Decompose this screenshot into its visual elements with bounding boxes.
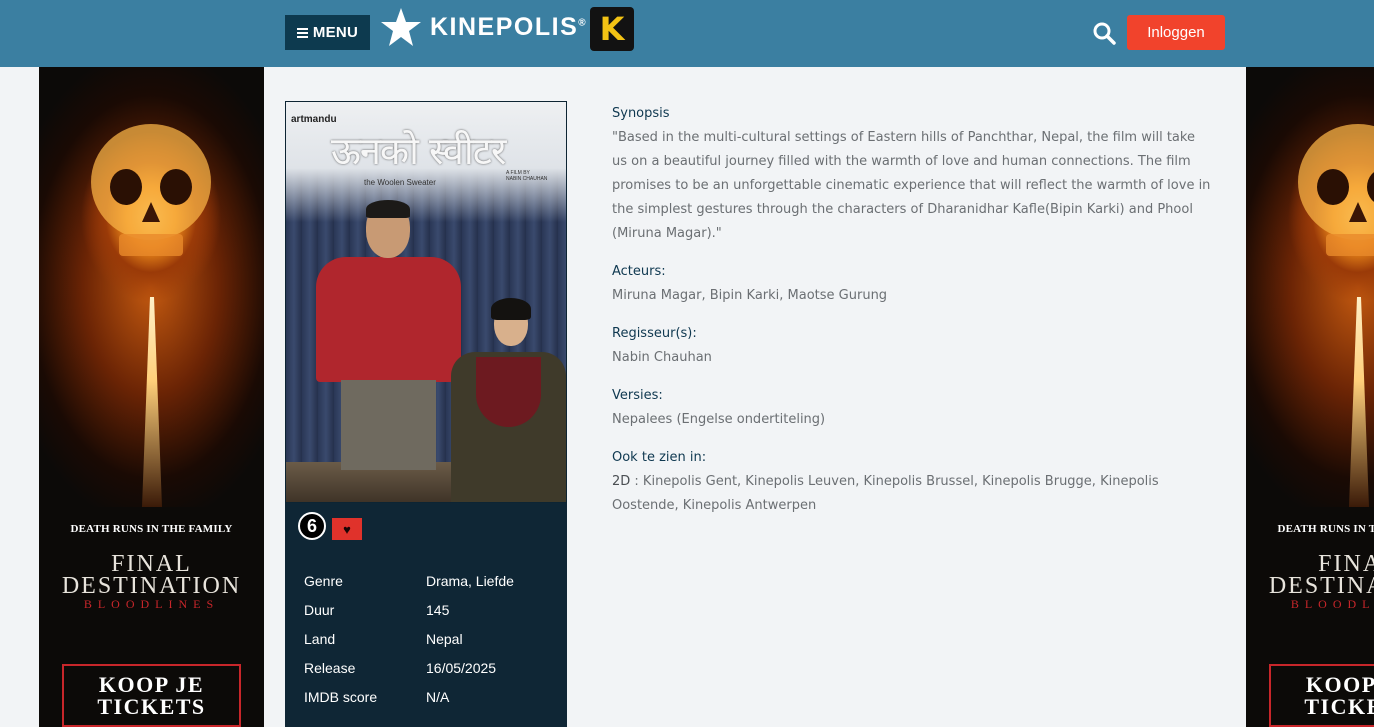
actors-heading: Acteurs: [612, 264, 666, 279]
menu-button[interactable]: MENU [285, 15, 370, 50]
skull-image [1298, 124, 1374, 256]
info-row-imdb: IMDB score N/A [304, 688, 450, 705]
man-figure [316, 257, 461, 382]
synopsis-section: Synopsis "Based in the multi-cultural se… [612, 102, 1212, 246]
movie-info-panel: 6 ♥ Genre Drama, Liefde Duur 145 Land Ne… [285, 503, 567, 727]
logo-text: KINEPOLIS® [430, 12, 586, 41]
showing-format: 2D [612, 474, 631, 489]
showing-section: Ook te zien in: 2D : Kinepolis Gent, Kin… [612, 446, 1212, 518]
info-row-duration: Duur 145 [304, 601, 450, 618]
skull-image [91, 124, 211, 256]
versions-heading: Versies: [612, 388, 663, 403]
ad-title: FINAL DESTINATION [1268, 551, 1374, 599]
favorite-button[interactable]: ♥ [332, 518, 362, 540]
versions-section: Versies: Nepalees (Engelse ondertiteling… [612, 384, 1212, 432]
search-icon[interactable] [1092, 21, 1116, 45]
login-button[interactable]: Inloggen [1127, 15, 1225, 50]
poster-credit: A FILM BY NABIN CHAUHAN [506, 170, 548, 182]
buy-tickets-button[interactable]: KOOP JE TICKETS [1269, 664, 1374, 727]
ad-banner-left[interactable]: DEATH RUNS IN THE FAMILY FINAL DESTINATI… [39, 67, 264, 727]
menu-label: MENU [312, 24, 359, 41]
showing-text: 2D : Kinepolis Gent, Kinepolis Leuven, K… [612, 474, 1159, 513]
movie-details: Synopsis "Based in the multi-cultural se… [612, 102, 1212, 532]
kinepolis-logo[interactable]: KINEPOLIS® [380, 6, 586, 48]
age-rating-badge: 6 [298, 512, 326, 540]
buy-tickets-button[interactable]: KOOP JE TICKETS [62, 664, 241, 727]
top-navigation-bar: MENU KINEPOLIS® K Inloggen [0, 0, 1374, 67]
actors-section: Acteurs: Miruna Magar, Bipin Karki, Maot… [612, 260, 1212, 308]
ad-subtitle: BLOODLINES [83, 597, 220, 611]
badge-letter: K [599, 10, 625, 48]
director-text: Nabin Chauhan [612, 350, 712, 365]
poster-subtitle: the Woolen Sweater [364, 178, 436, 187]
showing-heading: Ook te zien in: [612, 450, 707, 465]
poster-title: ऊनको स्वीटर [331, 129, 506, 173]
synopsis-text: "Based in the multi-cultural settings of… [612, 130, 1211, 241]
ad-title: FINAL DESTINATION [61, 551, 242, 599]
info-row-country: Land Nepal [304, 630, 463, 647]
heart-icon: ♥ [343, 521, 351, 537]
director-heading: Regisseur(s): [612, 326, 697, 341]
director-section: Regisseur(s): Nabin Chauhan [612, 322, 1212, 370]
versions-text: Nepalees (Engelse ondertiteling) [612, 412, 826, 427]
info-row-genre: Genre Drama, Liefde [304, 572, 514, 589]
hamburger-icon [296, 27, 308, 38]
info-row-release: Release 16/05/2025 [304, 659, 497, 676]
movie-poster: artmandu ऊनको स्वीटर the Woolen Sweater … [285, 101, 567, 503]
ad-banner-right[interactable]: DEATH RUNS IN THE FAMILY FINAL DESTINATI… [1246, 67, 1374, 727]
ad-subtitle: BLOODLINES [1290, 597, 1374, 611]
movie-info-table: Genre Drama, Liefde Duur 145 Land Nepal … [304, 566, 554, 711]
ad-tagline: DEATH RUNS IN THE FAMILY [70, 523, 233, 535]
star-icon [381, 8, 421, 46]
ad-tagline: DEATH RUNS IN THE FAMILY [1277, 523, 1374, 535]
actors-text: Miruna Magar, Bipin Karki, Maotse Gurung [612, 288, 888, 303]
poster-brand: artmandu [291, 114, 337, 125]
synopsis-heading: Synopsis [612, 106, 670, 121]
cinema-k-badge[interactable]: K [590, 7, 634, 51]
